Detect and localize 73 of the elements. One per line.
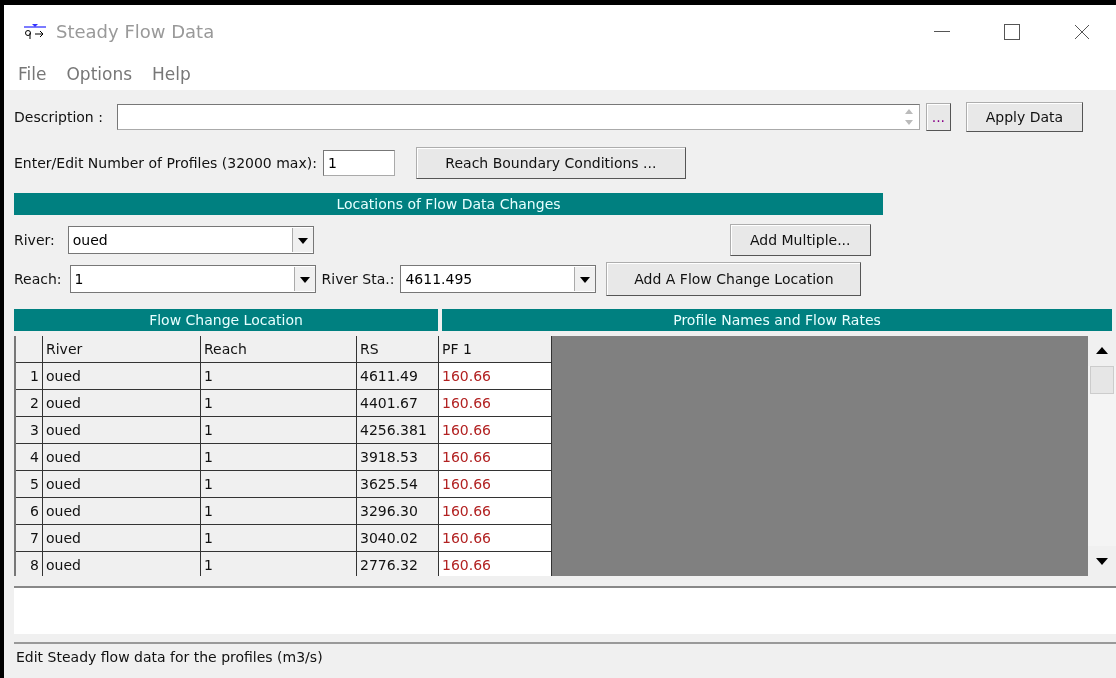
flow-cell[interactable]: 160.66 [439, 390, 552, 417]
table-cell: 3918.53 [357, 444, 439, 471]
down-arrow-icon [1096, 557, 1108, 565]
row-number: 2 [16, 390, 43, 417]
section-header: Locations of Flow Data Changes [14, 193, 883, 215]
row-number: 3 [16, 417, 43, 444]
table-cell: 4611.49 [357, 363, 439, 390]
row-number: 7 [16, 525, 43, 552]
flow-cell[interactable]: 160.66 [439, 552, 552, 576]
table-cell: oued [43, 552, 201, 576]
table-cell: 1 [201, 390, 357, 417]
row-number: 1 [16, 363, 43, 390]
profiles-field[interactable]: 1 [322, 150, 395, 176]
river-sta-label: River Sta.: [321, 271, 395, 287]
table-cell: oued [43, 498, 201, 525]
window-title: Steady Flow Data [56, 21, 216, 42]
maximize-icon [1004, 23, 1020, 40]
table-group-header: Profile Names and Flow Rates [442, 309, 1112, 331]
table-cell: 1 [201, 363, 357, 390]
flow-cell[interactable]: 160.66 [439, 525, 552, 552]
table-cell: 4401.67 [357, 390, 439, 417]
table-cell: 4256.381 [357, 417, 439, 444]
flow-cell[interactable]: 160.66 [439, 363, 552, 390]
table-cell: 3625.54 [357, 471, 439, 498]
column-header: PF 1 [439, 336, 552, 363]
reach-dropdown[interactable]: 1 [69, 265, 316, 293]
apply-data-button[interactable]: Apply Data [965, 102, 1083, 132]
up-arrow-icon [1096, 347, 1108, 355]
row-number: 6 [16, 498, 43, 525]
table-cell: 1 [201, 471, 357, 498]
profiles-label: Enter/Edit Number of Profiles (32000 max): [14, 155, 317, 171]
description-field[interactable] [116, 104, 920, 130]
table-cell: oued [43, 471, 201, 498]
add-multiple-button[interactable]: Add Multiple... [729, 224, 871, 256]
table-cell: 3296.30 [357, 498, 439, 525]
table-cell: 1 [201, 525, 357, 552]
menu-item[interactable]: Options [66, 64, 133, 84]
flow-cell[interactable]: 160.66 [439, 498, 552, 525]
status-bar: Edit Steady flow data for the profiles (m3/s) [14, 642, 1116, 670]
reach-label: Reach: [14, 271, 62, 287]
scroll-up-button[interactable] [1088, 336, 1116, 366]
river-label: River: [14, 232, 55, 248]
table-cell: oued [43, 390, 201, 417]
table-group-header: Flow Change Location [14, 309, 438, 331]
table-cell: oued [43, 525, 201, 552]
flow-cell[interactable]: 160.66 [439, 471, 552, 498]
table-cell: oued [43, 444, 201, 471]
corner-cell [16, 336, 43, 363]
table-cell: 1 [201, 417, 357, 444]
add-location-button[interactable]: Add A Flow Change Location [606, 262, 862, 296]
row-number: 4 [16, 444, 43, 471]
column-header: River [43, 336, 201, 363]
column-header: RS [357, 336, 439, 363]
flow-cell[interactable]: 160.66 [439, 417, 552, 444]
river-dropdown[interactable]: oued [67, 226, 314, 254]
table-cell: oued [43, 363, 201, 390]
flow-cell[interactable]: 160.66 [439, 444, 552, 471]
minimize-icon [934, 30, 950, 33]
boundary-conditions-button[interactable]: Reach Boundary Conditions ... [415, 147, 686, 179]
menu-item[interactable]: Help [152, 64, 191, 84]
column-header: Reach [201, 336, 357, 363]
scroll-down-button[interactable] [1088, 546, 1116, 576]
description-label: Description : [14, 109, 103, 125]
table-cell: oued [43, 417, 201, 444]
menu-item[interactable]: File [18, 64, 47, 84]
more-button[interactable]: ... [925, 103, 951, 131]
river-sta-dropdown[interactable]: 4611.495 [400, 265, 597, 293]
close-icon [1074, 23, 1090, 40]
row-number: 5 [16, 471, 43, 498]
scroll-thumb[interactable] [1090, 366, 1114, 394]
table-cell: 1 [201, 444, 357, 471]
table-cell: 3040.02 [357, 525, 439, 552]
table-cell: 1 [201, 498, 357, 525]
